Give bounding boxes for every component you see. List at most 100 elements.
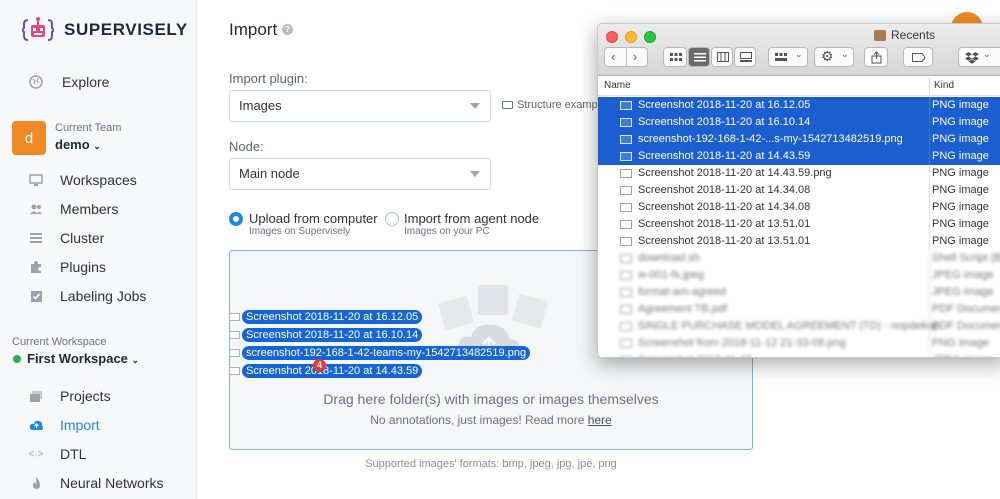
- file-name: Screenshot 2018-11-20 at 16.12.05: [638, 99, 811, 111]
- file-name: SINGLE PURCHASE MODEL AGREEMENT (TD) - n…: [638, 320, 940, 332]
- file-name: Screenshot 2018-11-15: [638, 352, 752, 357]
- image-file-icon: [620, 271, 632, 280]
- nav-explore[interactable]: Explore: [28, 74, 109, 90]
- nav-cluster[interactable]: Cluster: [28, 230, 104, 246]
- image-file-icon: [620, 322, 632, 331]
- team-avatar[interactable]: d: [12, 121, 46, 155]
- nav-members[interactable]: Members: [28, 201, 118, 217]
- image-file-icon: [620, 118, 632, 127]
- nav-labeling-jobs-label: Labeling Jobs: [60, 288, 147, 304]
- nav-workspaces-label: Workspaces: [60, 172, 137, 188]
- file-kind: PNG image: [932, 337, 989, 349]
- nav-projects[interactable]: Projects: [28, 388, 111, 404]
- nav-plugins-label: Plugins: [60, 259, 106, 275]
- image-file-icon: [620, 101, 632, 110]
- finder-file-row[interactable]: format-am-agreed JPEG image: [598, 284, 1000, 301]
- file-name: download.sh: [638, 252, 700, 264]
- image-file-icon: [620, 135, 632, 144]
- group-by-button[interactable]: ⌄: [768, 47, 808, 67]
- finder-file-row[interactable]: Screenshot 2018-11-20 at 14.34.08 PNG ima…: [598, 199, 1000, 216]
- tag-button[interactable]: [903, 47, 933, 67]
- file-kind: JPEG image: [932, 352, 994, 357]
- column-name-header[interactable]: Name: [604, 80, 631, 91]
- gallery-view-button[interactable]: [734, 47, 756, 67]
- file-name: Screenshot 2018-11-20 at 14.43.59.png: [638, 167, 832, 179]
- back-icon[interactable]: ‹: [611, 49, 615, 64]
- file-kind: PNG image: [932, 167, 989, 179]
- file-icon: [229, 331, 240, 339]
- brand-logo[interactable]: SUPERVISELY: [22, 14, 188, 46]
- page-title: Import: [229, 20, 278, 39]
- list-icon: [28, 230, 44, 246]
- grid-view-icon: [670, 53, 682, 61]
- file-name: Screenshot 2018-11-20 at 13.51.01: [638, 235, 811, 247]
- dropbox-button[interactable]: ⌄: [958, 47, 1000, 67]
- read-more-link[interactable]: here: [588, 413, 612, 427]
- nav-workspaces[interactable]: Workspaces: [28, 172, 137, 188]
- share-button[interactable]: [864, 47, 888, 67]
- puzzle-icon: [28, 259, 44, 275]
- icon-view-button[interactable]: [663, 47, 687, 67]
- finder-file-row[interactable]: w-001-fs.jpeg JPEG image: [598, 267, 1000, 284]
- forward-icon[interactable]: ›: [633, 49, 637, 64]
- structure-example-label: Structure examp: [517, 99, 598, 111]
- radio-agent-title[interactable]: Import from agent node: [404, 211, 539, 226]
- flame-icon: [28, 475, 44, 491]
- column-view-button[interactable]: [711, 47, 733, 67]
- finder-file-row[interactable]: screenshot-192-168-1-42-...s-my-15427134…: [598, 131, 1000, 148]
- finder-file-row[interactable]: Screenshot 2018-11-20 at 13.51.01 PNG ima…: [598, 216, 1000, 233]
- file-name: Screenshot 2018-11-20 at 14.43.59: [638, 150, 811, 162]
- column-view-icon: [717, 52, 729, 62]
- finder-file-row[interactable]: SINGLE PURCHASE MODEL AGREEMENT (TD) - n…: [598, 318, 1000, 335]
- list-view-button[interactable]: [688, 47, 710, 67]
- group-icon: [775, 53, 787, 61]
- finder-file-row[interactable]: Screenshot 2018-11-20 at 16.10.14 PNG ima…: [598, 114, 1000, 131]
- image-file-icon: [620, 356, 632, 357]
- dragged-file: screenshot-192-168-1-42-teams-my-1542713…: [242, 346, 531, 360]
- import-plugin-label: Import plugin:: [229, 71, 308, 86]
- dragged-file: Screenshot 2018-11-20 at 16.10.14: [242, 328, 423, 342]
- radio-upload-subtitle: Images on Supervisely: [249, 226, 351, 237]
- nav-labeling-jobs[interactable]: Labeling Jobs: [28, 288, 146, 304]
- zoom-window-button[interactable]: [644, 31, 656, 43]
- finder-file-row[interactable]: Screenshot 2018-11-20 at 14.34.08 PNG ima…: [598, 182, 1000, 199]
- back-forward-buttons[interactable]: ‹ ›: [604, 47, 648, 67]
- finder-file-row[interactable]: Screenshot 2018-11-20 at 14.43.59 PNG ima…: [598, 148, 1000, 165]
- minimize-window-button[interactable]: [625, 31, 637, 43]
- people-icon: [28, 201, 44, 217]
- finder-file-row[interactable]: Agreement TB.pdf PDF Documer: [598, 301, 1000, 318]
- share-icon: [871, 51, 882, 64]
- close-window-button[interactable]: [606, 31, 618, 43]
- structure-example-link[interactable]: Structure examp: [502, 99, 598, 111]
- radio-upload-title[interactable]: Upload from computer: [249, 211, 378, 226]
- finder-window: Recents ‹ › ⌄ ⚙ ⌄ ⌄ Name Kind Screenshot…: [597, 23, 1000, 358]
- nav-plugins[interactable]: Plugins: [28, 259, 106, 275]
- finder-file-row[interactable]: Screenshot 2018-11-20 at 14.43.59.png PNG…: [598, 165, 1000, 182]
- help-icon[interactable]: ?: [282, 24, 293, 35]
- finder-file-row[interactable]: Screenshot from 2018-11-12 21-33-08.png P…: [598, 335, 1000, 352]
- radio-upload-from-computer[interactable]: [229, 212, 243, 226]
- finder-file-row[interactable]: Screenshot 2018-11-15 JPEG image: [598, 352, 1000, 357]
- team-name: demo: [55, 137, 90, 152]
- file-name: Screenshot 2018-11-20 at 13.51.01: [638, 218, 811, 230]
- nav-dtl[interactable]: <·> DTL: [28, 446, 86, 462]
- team-selector[interactable]: demo ⌄: [55, 137, 101, 152]
- action-menu-button[interactable]: ⚙ ⌄: [814, 47, 854, 67]
- radio-import-from-agent[interactable]: [385, 212, 399, 226]
- import-plugin-select[interactable]: Images: [229, 90, 491, 122]
- nav-neural-networks[interactable]: Neural Networks: [28, 475, 163, 491]
- supported-formats: Supported images' formats: bmp, jpeg, jp…: [365, 458, 617, 470]
- file-name: Screenshot 2018-11-20 at 14.34.08: [638, 184, 811, 196]
- image-file-icon: [620, 254, 632, 263]
- file-kind: PNG image: [932, 150, 989, 162]
- finder-file-row[interactable]: Screenshot 2018-11-20 at 16.12.05 PNG ima…: [598, 97, 1000, 114]
- nav-import[interactable]: Import: [28, 417, 100, 433]
- image-file-icon: [620, 169, 632, 178]
- finder-file-row[interactable]: Screenshot 2018-11-20 at 13.51.01 PNG ima…: [598, 233, 1000, 250]
- workspace-selector[interactable]: First Workspace ⌄: [27, 351, 139, 366]
- finder-file-row[interactable]: download.sh Shell Script (B: [598, 250, 1000, 267]
- column-kind-header[interactable]: Kind: [934, 80, 954, 91]
- node-select[interactable]: Main node: [229, 158, 491, 190]
- file-kind: PNG image: [932, 99, 989, 111]
- image-file-icon: [620, 203, 632, 212]
